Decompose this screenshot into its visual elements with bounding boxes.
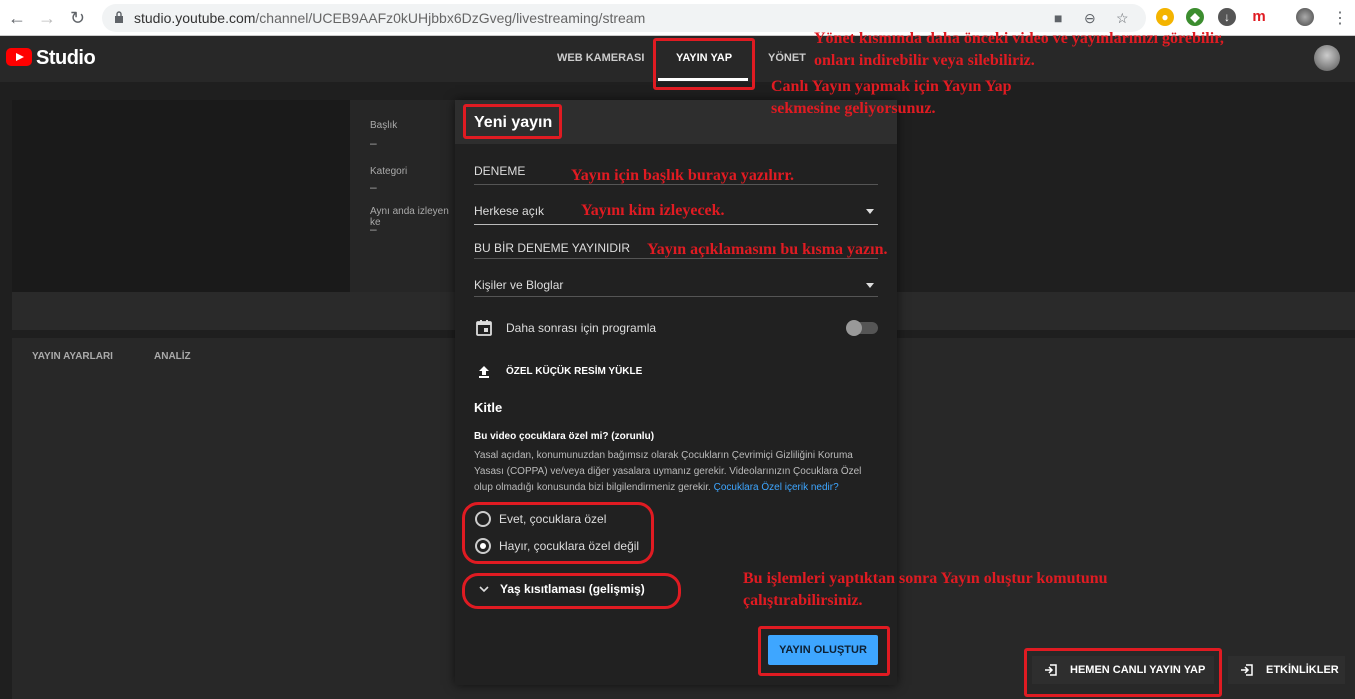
annotation-visibility: Yayını kim izleyecek. xyxy=(581,202,725,219)
stream-preview xyxy=(12,100,350,292)
stream-info-panel: Başlık – Kategori – Aynı anda izleyen ke… xyxy=(350,100,455,292)
annotation-live-line2: sekmesine geliyorsunuz. xyxy=(771,100,936,117)
annotation-manage-line1: Yönet kısmında daha önceki video ve yayı… xyxy=(814,30,1224,47)
info-title-value: – xyxy=(370,136,377,150)
annotation-live: Canlı Yayın yapmak için Yayın Yap sekmes… xyxy=(771,76,1171,120)
annotation-create: Bu işlemleri yaptıktan sonra Yayın oluşt… xyxy=(743,568,1263,612)
schedule-label: Daha sonrası için programla xyxy=(506,321,657,335)
highlight-stream-tab xyxy=(653,38,755,90)
highlight-dialog-title xyxy=(463,104,562,139)
highlight-create-button xyxy=(758,626,890,676)
url-path: /channel/UCEB9AAFz0kUHjbbx6DzGveg/livest… xyxy=(255,10,646,26)
calendar-icon xyxy=(476,320,492,336)
tab-analytics[interactable]: ANALİZ xyxy=(154,351,191,362)
audience-heading: Kitle xyxy=(474,400,503,415)
kids-description: Yasal açıdan, konumunuzdan bağımsız olar… xyxy=(474,448,878,496)
schedule-toggle[interactable] xyxy=(846,320,878,336)
highlight-age-restriction xyxy=(462,573,681,609)
camera-icon[interactable]: ■ xyxy=(1054,10,1062,26)
tab-stream-settings[interactable]: YAYIN AYARLARI xyxy=(32,351,113,362)
kids-info-link[interactable]: Çocuklara Özel içerik nedir? xyxy=(714,482,839,493)
events-label: ETKİNLİKLER xyxy=(1266,664,1339,676)
download-icon[interactable]: ↓ xyxy=(1218,8,1236,26)
back-arrow-icon[interactable]: ← xyxy=(8,8,26,29)
url-text: studio.youtube.com/channel/UCEB9AAFz0kUH… xyxy=(134,10,645,26)
zoom-icon[interactable]: ⊖ xyxy=(1084,10,1096,27)
upload-icon[interactable] xyxy=(476,364,492,380)
info-category-value: – xyxy=(370,180,377,194)
annotation-live-line1: Canlı Yayın yapmak için Yayın Yap xyxy=(771,78,1012,95)
info-viewers-value: – xyxy=(370,222,377,236)
chevron-down-icon xyxy=(866,209,874,214)
studio-logo-text: Studio xyxy=(36,47,96,69)
m-extension-icon[interactable]: m xyxy=(1250,8,1268,26)
visibility-value: Herkese açık xyxy=(474,204,545,218)
star-icon[interactable]: ☆ xyxy=(1116,10,1129,27)
menu-dots-icon[interactable]: ⋮ xyxy=(1332,8,1348,28)
youtube-logo-icon[interactable] xyxy=(6,48,32,66)
info-category-label: Kategori xyxy=(370,166,408,177)
reload-icon[interactable]: ↻ xyxy=(70,8,85,29)
chevron-down-icon xyxy=(866,283,874,288)
annotation-description: Yayın açıklamasını bu kısma yazın. xyxy=(647,241,888,258)
globe-extension-icon[interactable]: ◆ xyxy=(1186,8,1204,26)
forward-arrow-icon[interactable]: → xyxy=(38,8,56,29)
lock-icon xyxy=(115,11,123,23)
enter-icon xyxy=(1241,664,1253,676)
tab-manage[interactable]: YÖNET xyxy=(768,52,806,64)
category-value: Kişiler ve Bloglar xyxy=(474,278,564,292)
events-button[interactable]: ETKİNLİKLER xyxy=(1228,656,1345,684)
highlight-go-live-button xyxy=(1024,648,1222,697)
annotation-create-line1: Bu işlemleri yaptıktan sonra Yayın oluşt… xyxy=(743,570,1108,587)
highlight-kids-radios xyxy=(462,502,654,564)
url-host: studio.youtube.com xyxy=(134,10,256,26)
annotation-create-line2: çalıştırabilirsiniz. xyxy=(743,592,863,609)
extension-icon[interactable]: ● xyxy=(1156,8,1174,26)
annotation-title: Yayın için başlık buraya yazılırr. xyxy=(571,167,794,184)
kids-question: Bu video çocuklara özel mi? (zorunlu) xyxy=(474,431,655,442)
annotation-manage: Yönet kısmında daha önceki video ve yayı… xyxy=(814,28,1354,72)
profile-avatar[interactable] xyxy=(1296,8,1314,26)
info-title-label: Başlık xyxy=(370,120,398,131)
tab-webcam[interactable]: WEB KAMERASI xyxy=(557,52,644,64)
thumbnail-upload-button[interactable]: ÖZEL KÜÇÜK RESİM YÜKLE xyxy=(506,366,642,377)
category-select[interactable]: Kişiler ve Bloglar xyxy=(474,278,878,297)
info-viewers-label: Aynı anda izleyen ke xyxy=(370,206,449,228)
annotation-manage-line2: onları indirebilir veya silebiliriz. xyxy=(814,52,1035,69)
